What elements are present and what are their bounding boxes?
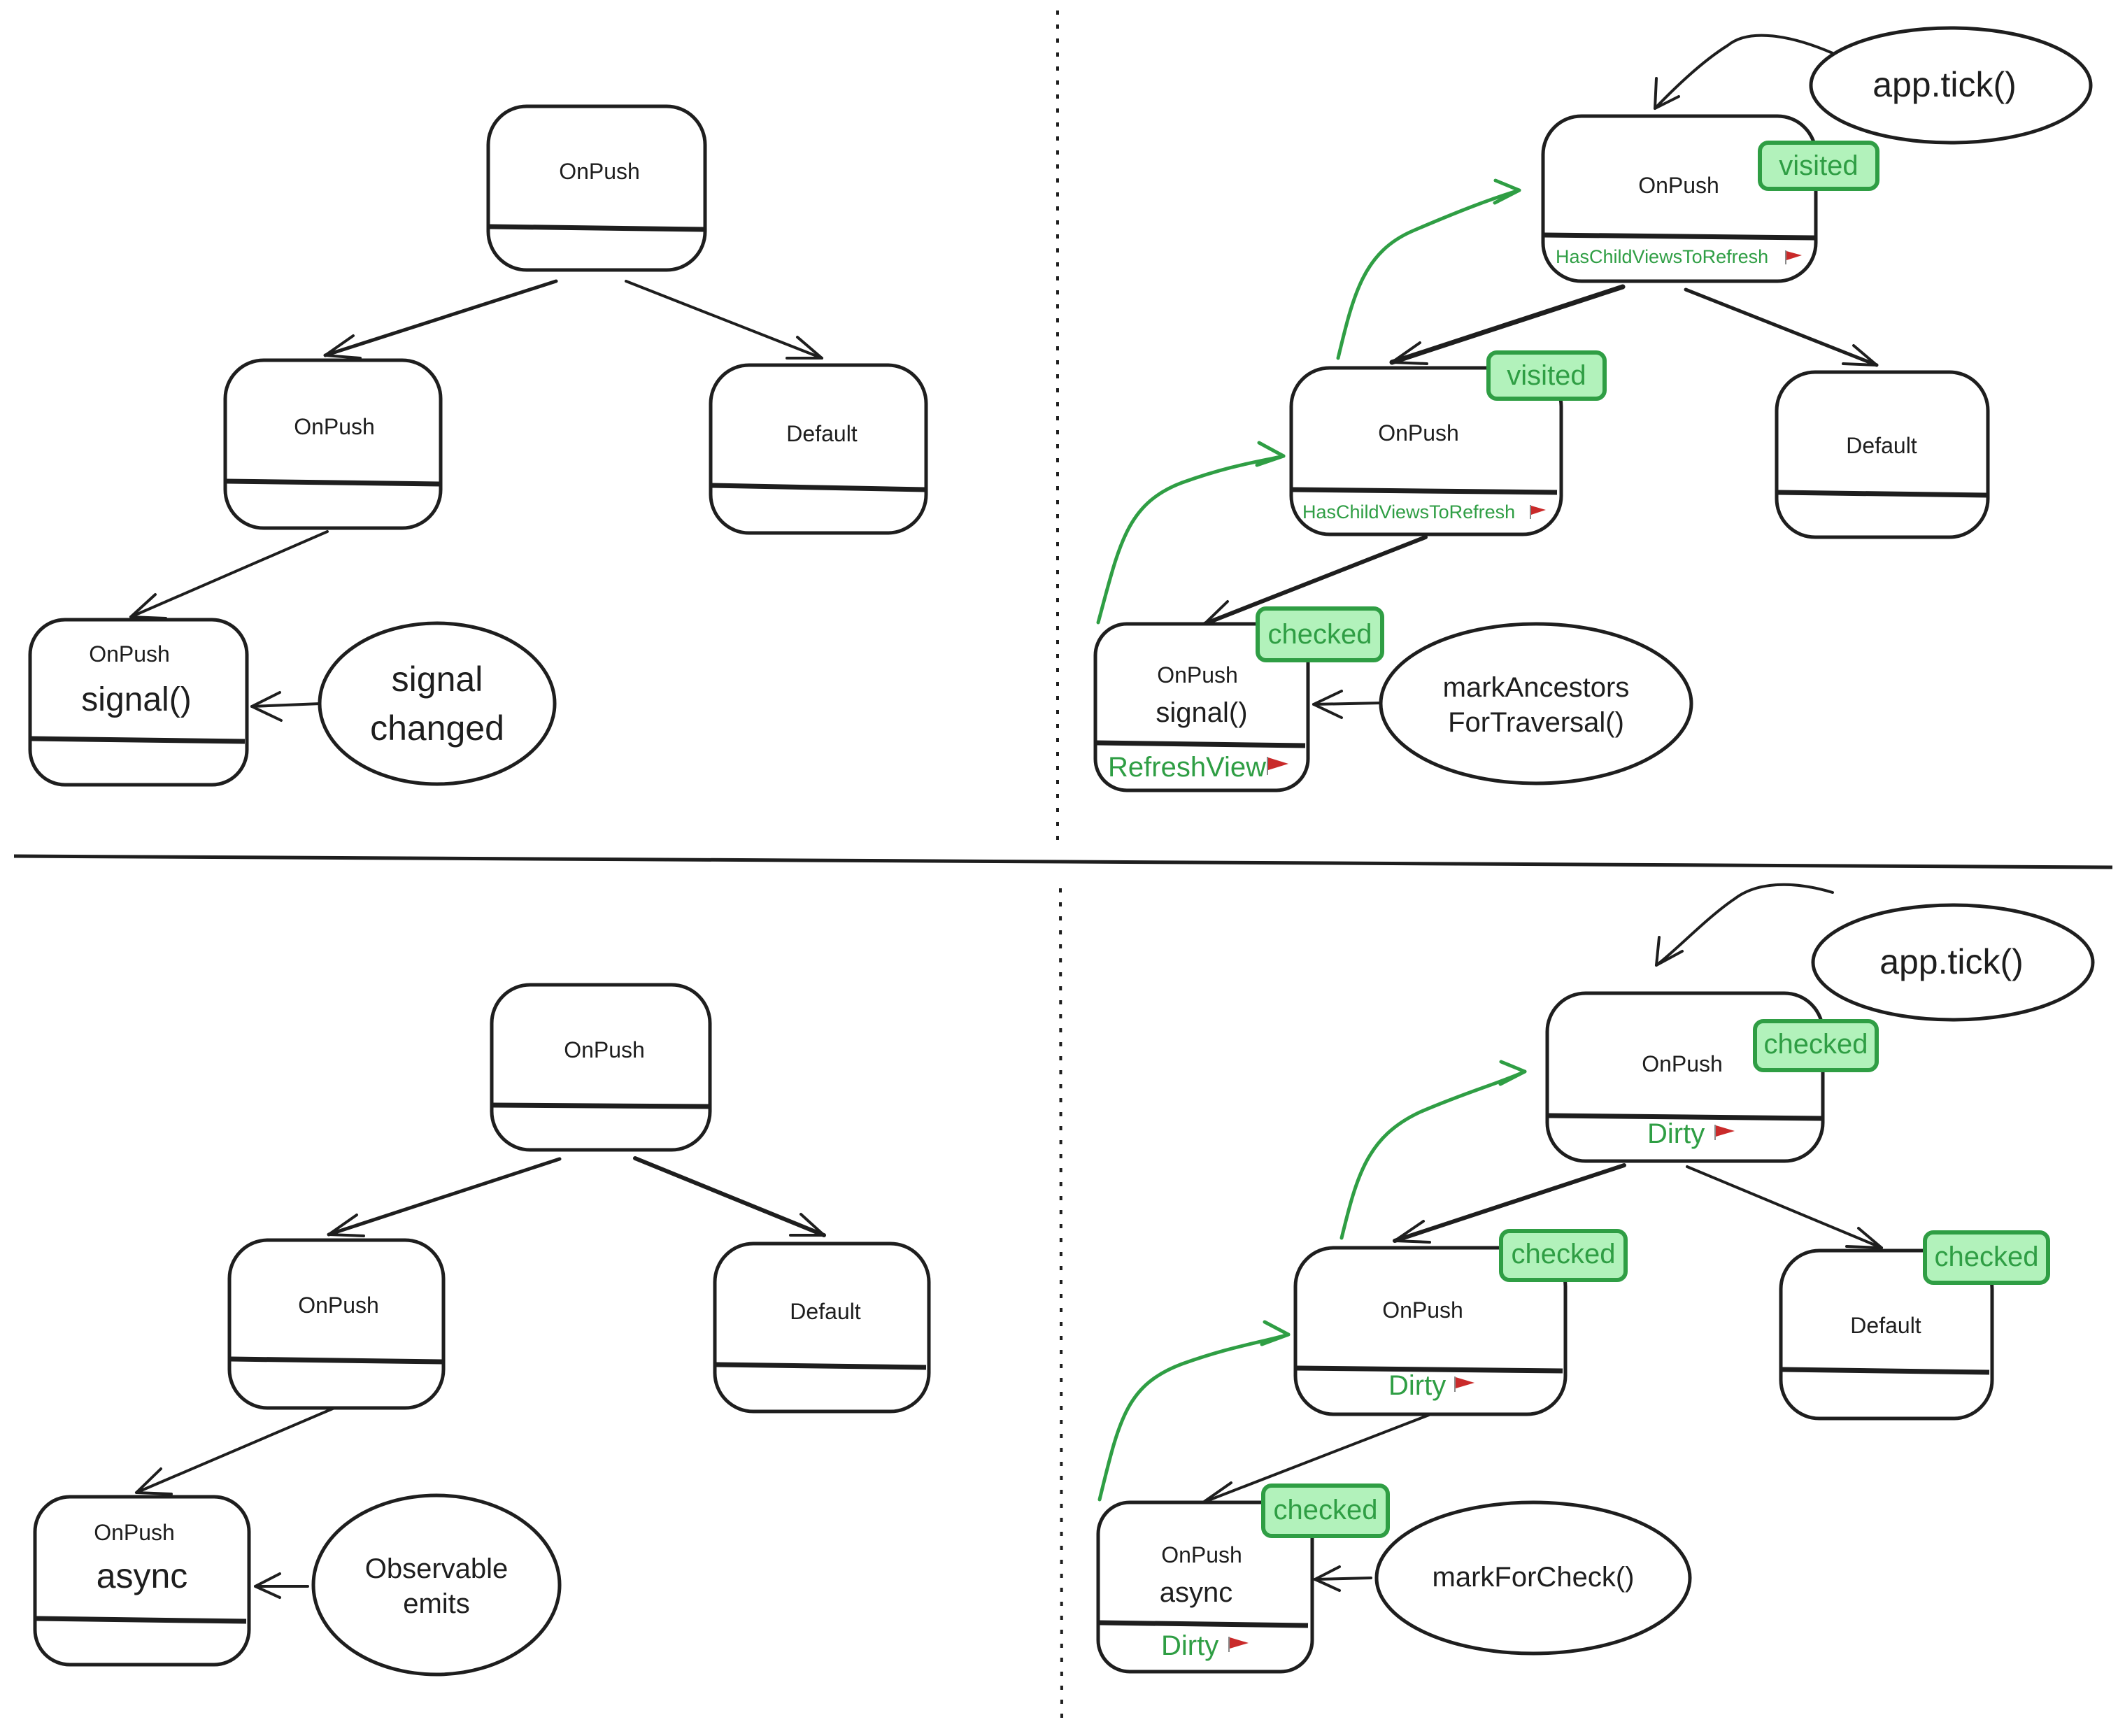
- edge-root-to-right: [1684, 287, 1879, 367]
- edge-root-to-middle: [327, 1157, 562, 1237]
- edge-trigger-to-leaf: [1312, 690, 1384, 719]
- status-badge: checked: [1753, 1019, 1879, 1072]
- trigger-line-2: emits: [403, 1588, 470, 1619]
- edge-root-to-right: [1686, 1165, 1883, 1249]
- node-flag-text: HasChildViewsToRefresh: [1302, 501, 1515, 522]
- node-label: OnPush: [89, 641, 170, 667]
- node-middle[interactable]: OnPush HasChildViewsToRefresh visited: [1289, 350, 1607, 536]
- edge-caller-to-root: [1654, 34, 1834, 110]
- status-badge: checked: [1261, 1484, 1390, 1538]
- node-root[interactable]: OnPush Dirty checked: [1545, 991, 1879, 1163]
- edge-root-to-middle: [323, 279, 558, 360]
- node-sublabel: async: [1160, 1577, 1233, 1608]
- trigger-mark-ancestors-for-traversal[interactable]: markAncestors ForTraversal(): [1379, 622, 1693, 785]
- svg-text:checked: checked: [1764, 1029, 1868, 1060]
- status-badge: checked: [1499, 1229, 1628, 1282]
- caller-label: app.tick(): [1872, 65, 2017, 104]
- node-flag-text: Dirty: [1647, 1118, 1705, 1149]
- trigger-line-1: markForCheck(): [1433, 1562, 1635, 1593]
- svg-text:checked: checked: [1274, 1495, 1378, 1525]
- status-badge: checked: [1923, 1230, 2050, 1285]
- node-right[interactable]: Default: [713, 1241, 931, 1414]
- edge-caller-to-root: [1655, 883, 1834, 967]
- status-badge: visited: [1758, 141, 1879, 191]
- node-label: OnPush: [1378, 420, 1459, 446]
- node-label: OnPush: [1638, 173, 1719, 198]
- trigger-line-2: ForTraversal(): [1448, 707, 1624, 738]
- status-badge: visited: [1486, 350, 1607, 401]
- trigger-line-1: markAncestors: [1443, 672, 1630, 703]
- node-flag-text: Dirty: [1161, 1630, 1218, 1661]
- node-sublabel: signal(): [1156, 697, 1247, 728]
- node-label: Default: [1850, 1313, 1921, 1338]
- node-label: OnPush: [1161, 1542, 1242, 1567]
- trigger-line-2: changed: [370, 709, 504, 748]
- caller-app-tick[interactable]: app.tick(): [1809, 26, 2093, 145]
- node-right[interactable]: Default: [709, 363, 928, 535]
- ancestor-arrow-leaf-to-middle: [1096, 441, 1286, 625]
- node-root[interactable]: OnPush: [490, 983, 712, 1152]
- node-label: Default: [786, 421, 858, 446]
- node-middle[interactable]: OnPush Dirty checked: [1293, 1229, 1628, 1416]
- node-label: Default: [1846, 433, 1917, 458]
- trigger-signal-changed[interactable]: signal changed: [318, 621, 557, 786]
- node-label: OnPush: [564, 1037, 645, 1062]
- caller-app-tick[interactable]: app.tick(): [1811, 903, 2095, 1022]
- edge-middle-to-leaf: [129, 530, 329, 620]
- panel-top-right: app.tick() OnPush HasChildViewsToRefresh…: [1093, 26, 2093, 792]
- node-leaf[interactable]: OnPush signal(): [28, 618, 249, 787]
- node-root[interactable]: OnPush: [486, 104, 707, 272]
- panel-top-left: OnPush OnPush Default OnPush signal() si…: [28, 104, 928, 787]
- node-leaf[interactable]: OnPush async: [33, 1495, 251, 1667]
- node-root[interactable]: OnPush HasChildViewsToRefresh visited: [1541, 114, 1879, 283]
- diagram-canvas: OnPush OnPush Default OnPush signal() si…: [13, 10, 2113, 1728]
- vertical-separator-bottom: [1059, 888, 1063, 1728]
- svg-text:visited: visited: [1507, 360, 1586, 391]
- svg-text:visited: visited: [1779, 150, 1858, 181]
- node-label: OnPush: [294, 414, 375, 439]
- panel-bottom-left: OnPush OnPush Default OnPush async Obser…: [33, 983, 931, 1677]
- edge-trigger-to-leaf: [254, 1572, 309, 1599]
- trigger-observable-emits[interactable]: Observable emits: [311, 1493, 562, 1677]
- node-middle[interactable]: OnPush: [223, 358, 443, 530]
- node-label: Default: [790, 1299, 861, 1324]
- svg-text:checked: checked: [1935, 1241, 2039, 1272]
- status-badge: checked: [1256, 606, 1384, 662]
- node-label: OnPush: [559, 159, 640, 184]
- horizontal-separator: [13, 854, 2113, 869]
- edge-trigger-to-leaf: [250, 691, 322, 722]
- node-flag-text: HasChildViewsToRefresh: [1556, 246, 1768, 267]
- trigger-mark-for-check[interactable]: markForCheck(): [1374, 1500, 1692, 1656]
- edge-root-to-right: [625, 280, 823, 360]
- node-flag-text: RefreshView: [1108, 752, 1266, 783]
- trigger-line-1: Observable: [365, 1553, 509, 1584]
- node-flag-text: Dirty: [1388, 1370, 1446, 1401]
- panel-bottom-right: app.tick() OnPush Dirty checked OnPush D…: [1096, 883, 2095, 1674]
- node-middle[interactable]: OnPush: [227, 1238, 446, 1410]
- svg-text:checked: checked: [1268, 619, 1372, 650]
- node-right[interactable]: Default: [1775, 370, 1990, 539]
- node-label: OnPush: [94, 1520, 175, 1545]
- edge-middle-to-leaf: [135, 1407, 336, 1495]
- node-right[interactable]: Default checked: [1779, 1230, 2050, 1421]
- ancestor-arrow-leaf-to-middle: [1097, 1320, 1291, 1502]
- ancestor-arrow-middle-to-root: [1339, 1060, 1527, 1240]
- node-sublabel: signal(): [81, 681, 191, 718]
- edge-root-to-right: [633, 1156, 826, 1237]
- node-leaf[interactable]: OnPush signal() RefreshView checked: [1093, 606, 1384, 792]
- svg-text:checked: checked: [1512, 1239, 1616, 1269]
- caller-label: app.tick(): [1879, 942, 2024, 981]
- trigger-line-1: signal: [392, 660, 483, 699]
- node-sublabel: async: [97, 1556, 188, 1595]
- edge-trigger-to-leaf: [1314, 1565, 1372, 1592]
- node-label: OnPush: [1382, 1297, 1463, 1323]
- node-label: OnPush: [1642, 1051, 1723, 1076]
- node-label: OnPush: [298, 1293, 379, 1318]
- node-label: OnPush: [1157, 662, 1238, 688]
